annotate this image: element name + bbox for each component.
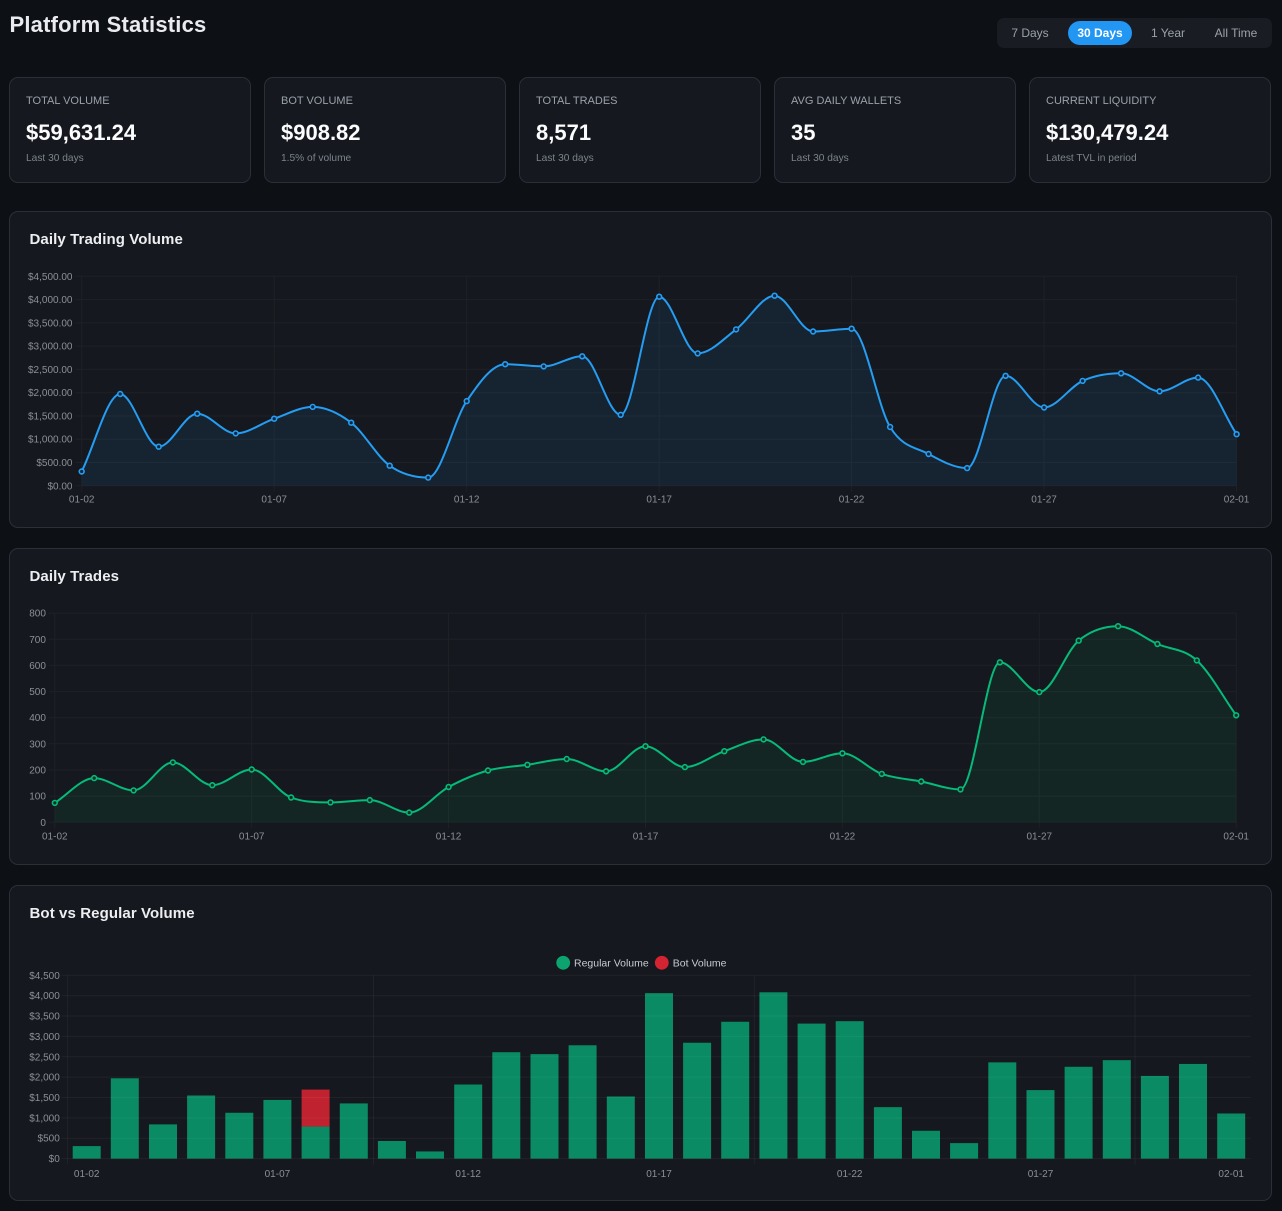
svg-text:$3,000: $3,000 [29, 1031, 60, 1042]
svg-text:$500.00: $500.00 [36, 458, 73, 469]
svg-text:$4,500: $4,500 [29, 970, 60, 981]
svg-text:$1,500: $1,500 [29, 1093, 60, 1104]
svg-text:01-02: 01-02 [42, 831, 68, 842]
svg-text:01-22: 01-22 [837, 1168, 863, 1179]
svg-text:02-01: 02-01 [1218, 1168, 1244, 1179]
svg-text:$1,000.00: $1,000.00 [28, 434, 73, 445]
svg-text:$3,500: $3,500 [29, 1011, 60, 1022]
svg-text:02-01: 02-01 [1223, 831, 1249, 842]
svg-text:01-27: 01-27 [1031, 494, 1057, 505]
svg-text:01-17: 01-17 [646, 1168, 672, 1179]
svg-text:$2,500: $2,500 [29, 1052, 60, 1063]
svg-text:01-02: 01-02 [69, 494, 95, 505]
svg-text:$3,500.00: $3,500.00 [28, 318, 73, 329]
svg-text:01-27: 01-27 [1027, 831, 1053, 842]
svg-text:Regular Volume: Regular Volume [574, 957, 649, 969]
svg-text:01-27: 01-27 [1028, 1168, 1054, 1179]
svg-text:600: 600 [29, 660, 46, 671]
svg-text:700: 700 [29, 634, 46, 645]
svg-text:Bot Volume: Bot Volume [673, 957, 727, 969]
svg-text:$2,500.00: $2,500.00 [28, 364, 73, 375]
svg-text:$3,000.00: $3,000.00 [28, 341, 73, 352]
svg-text:$0.00: $0.00 [47, 481, 72, 492]
svg-text:02-01: 02-01 [1224, 494, 1250, 505]
svg-text:$500: $500 [38, 1133, 61, 1144]
svg-text:400: 400 [29, 713, 46, 724]
svg-text:01-02: 01-02 [74, 1168, 100, 1179]
svg-text:300: 300 [29, 739, 46, 750]
svg-text:200: 200 [29, 765, 46, 776]
svg-text:$0: $0 [49, 1154, 61, 1165]
svg-text:$4,000: $4,000 [29, 991, 60, 1002]
svg-text:01-07: 01-07 [261, 494, 287, 505]
svg-text:500: 500 [29, 687, 46, 698]
svg-text:$2,000.00: $2,000.00 [28, 388, 73, 399]
svg-text:01-22: 01-22 [839, 494, 865, 505]
svg-text:01-22: 01-22 [830, 831, 856, 842]
svg-text:$4,500.00: $4,500.00 [28, 271, 73, 282]
svg-text:$1,000: $1,000 [29, 1113, 60, 1124]
svg-text:01-17: 01-17 [646, 494, 672, 505]
svg-text:100: 100 [29, 791, 46, 802]
svg-text:01-17: 01-17 [633, 831, 659, 842]
svg-text:$2,000: $2,000 [29, 1072, 60, 1083]
svg-text:01-12: 01-12 [455, 1168, 481, 1179]
svg-text:0: 0 [40, 817, 46, 828]
svg-text:800: 800 [29, 608, 46, 619]
svg-text:01-12: 01-12 [454, 494, 480, 505]
svg-text:01-12: 01-12 [436, 831, 462, 842]
svg-text:01-07: 01-07 [265, 1168, 291, 1179]
svg-text:$4,000.00: $4,000.00 [28, 295, 73, 306]
svg-text:$1,500.00: $1,500.00 [28, 411, 73, 422]
svg-text:01-07: 01-07 [239, 831, 265, 842]
